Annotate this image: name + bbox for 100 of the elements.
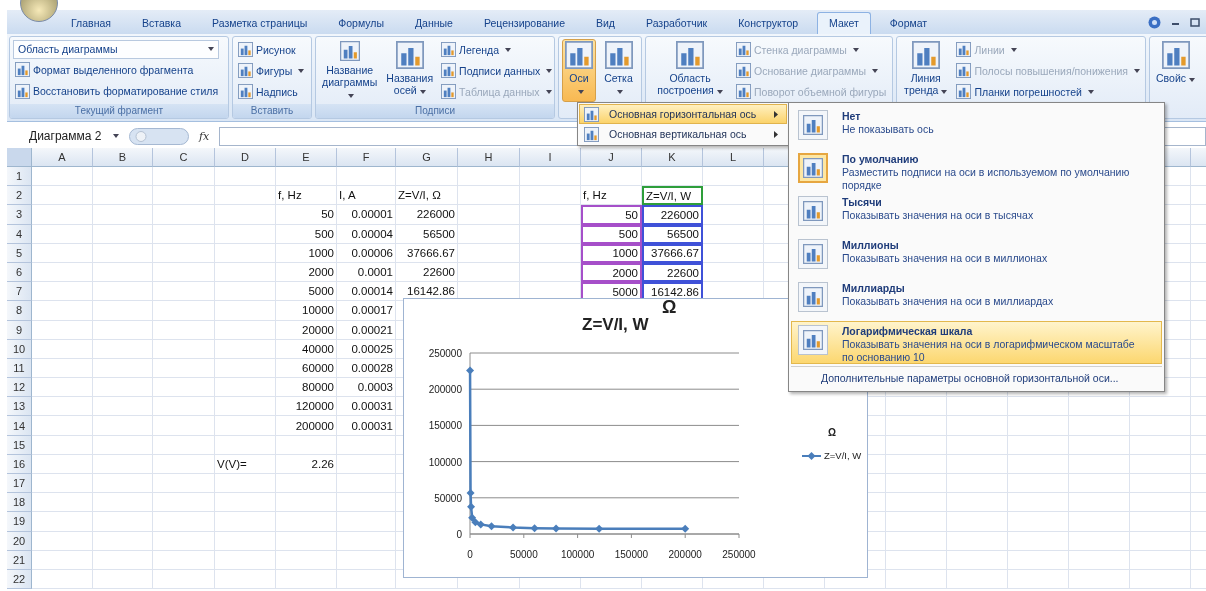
sheet-cell — [1008, 454, 1069, 474]
sheet-cell — [458, 167, 520, 187]
ribbon-tab[interactable]: Разметка страницы — [200, 12, 320, 34]
row-header[interactable]: 14 — [7, 416, 32, 436]
ribbon-button[interactable]: Рисунок — [236, 39, 307, 60]
sheet-cell — [215, 224, 276, 244]
submenu-item[interactable]: Миллиарды Показывать значения на оси в миллиардах — [791, 278, 1162, 321]
row-header[interactable]: 1 — [7, 167, 32, 187]
sheet-cell — [93, 493, 153, 513]
ribbon-tab[interactable]: Вставка — [129, 12, 193, 34]
data-point — [468, 513, 477, 522]
submenu-item[interactable]: Миллионы Показывать значения на оси в миллионах — [791, 235, 1162, 278]
sheet-cell — [215, 378, 276, 398]
row-header[interactable]: 7 — [7, 282, 32, 302]
ribbon-tab[interactable]: Главная — [59, 12, 123, 34]
sheet-cell: 1000 — [276, 243, 337, 263]
submenu-item[interactable]: Тысячи Показывать значения на оси в тысячах — [791, 192, 1162, 235]
ribbon-tab[interactable]: Вид — [584, 12, 627, 34]
column-header[interactable]: A — [32, 148, 93, 167]
ribbon-button[interactable]: Сетка — [599, 39, 638, 102]
sheet-cell — [215, 358, 276, 379]
restore-icon[interactable] — [1190, 15, 1200, 29]
ribbon-button[interactable]: Линия тренда — [900, 39, 952, 102]
column-header[interactable]: F — [337, 148, 396, 167]
ribbon-tab[interactable]: Разработчик — [634, 12, 720, 34]
sheet-cell — [947, 512, 1008, 532]
column-header[interactable]: E — [276, 148, 337, 167]
column-header[interactable]: I — [520, 148, 581, 167]
bar-chart-icon — [441, 84, 457, 99]
row-header[interactable]: 3 — [7, 205, 32, 225]
column-header[interactable]: B — [93, 148, 153, 167]
sheet-cell — [215, 569, 276, 590]
sheet-cell: 500 — [276, 224, 337, 244]
row-header[interactable]: 18 — [7, 493, 32, 513]
ribbon-tab[interactable]: Рецензирование — [471, 12, 577, 34]
menu-item[interactable]: Основная вертикальная ось — [579, 124, 787, 144]
row-header[interactable]: 13 — [7, 397, 32, 417]
ribbon-tab[interactable]: Данные — [402, 12, 465, 34]
column-header[interactable]: L — [703, 148, 764, 167]
ribbon-button[interactable]: Названия осей — [383, 39, 437, 102]
column-header[interactable]: C — [153, 148, 215, 167]
ribbon-button[interactable]: Фигуры — [236, 60, 307, 81]
sheet-cell: 60000 — [276, 358, 337, 379]
ribbon-button[interactable]: Область построения — [649, 39, 731, 102]
ribbon-tab[interactable]: Формулы — [326, 12, 396, 34]
ribbon-button[interactable]: Легенда — [439, 39, 554, 60]
axis-tick-label: 100000 — [560, 549, 595, 560]
bar-chart-icon — [441, 42, 457, 57]
caret-icon — [546, 68, 553, 73]
ribbon-button[interactable]: Название диаграммы — [319, 39, 381, 102]
function-button[interactable]: fx — [195, 129, 214, 143]
sheet-cell — [153, 358, 215, 379]
help-icon[interactable] — [1148, 15, 1161, 29]
sheet-cell — [32, 320, 93, 340]
menu-item[interactable]: Основная горизонтальная ось — [579, 104, 787, 124]
option-title: По умолчанию — [842, 153, 920, 166]
column-header[interactable]: D — [215, 148, 276, 167]
ribbon-tab[interactable]: Конструктор — [726, 12, 811, 34]
sheet-cell — [93, 167, 153, 187]
submenu-item[interactable]: Логарифмическая шкала Показывать значения на оси в логарифмическом масштабе по основанию 10 — [791, 321, 1162, 364]
sheet-cell — [93, 569, 153, 590]
sheet-cell — [93, 531, 153, 551]
bar-chart-icon — [584, 106, 599, 122]
sheet-cell — [93, 301, 153, 321]
row-header[interactable]: 19 — [7, 512, 32, 532]
sheet-cell: 20000 — [276, 320, 337, 340]
ribbon-tab[interactable]: Формат — [877, 12, 940, 34]
sheet-cell — [153, 378, 215, 398]
column-header[interactable]: G — [396, 148, 458, 167]
sheet-cell — [947, 550, 1008, 570]
ribbon-button[interactable]: Формат выделенного фрагмента — [13, 60, 221, 80]
submenu-item[interactable]: По умолчанию Разместить подписи на оси в используемом по умолчанию порядке — [791, 149, 1162, 192]
sheet-cell — [153, 282, 215, 302]
sheet-cell — [276, 435, 337, 455]
ribbon-button[interactable]: Планки погрешностей — [954, 81, 1142, 102]
row-header[interactable]: 12 — [7, 378, 32, 398]
dropdown-field[interactable]: Область диаграммы — [13, 39, 219, 59]
ribbon-button[interactable]: Свойс — [1153, 39, 1198, 102]
caret-icon — [505, 47, 512, 52]
column-header[interactable]: J — [581, 148, 642, 167]
column-header[interactable]: K — [642, 148, 703, 167]
ribbon-button[interactable]: Надпись — [236, 81, 307, 102]
sheet-cell — [32, 205, 93, 225]
row-header[interactable]: 8 — [7, 301, 32, 321]
menu-item[interactable]: Дополнительные параметры основной горизонтальной оси... — [791, 366, 1162, 388]
sheet-cell — [32, 186, 93, 206]
ribbon-tab[interactable]: Макет — [817, 12, 871, 34]
axis-tick-label: 50000 — [509, 549, 538, 560]
ribbon-button[interactable]: Оси — [562, 39, 596, 102]
data-point — [595, 524, 604, 533]
chart-title: Z=V/I, W — [582, 315, 649, 335]
row-header[interactable]: 17 — [7, 474, 32, 494]
sheet-cell — [93, 550, 153, 570]
name-box[interactable]: Диаграмма 2 — [17, 126, 123, 146]
sheet-cell: 56500 — [642, 224, 703, 244]
ribbon-button[interactable]: Подписи данных — [439, 60, 554, 81]
column-header[interactable]: H — [458, 148, 520, 167]
ribbon-button[interactable]: Восстановить форматирование стиля — [13, 81, 221, 102]
submenu-item[interactable]: Нет Не показывать ось — [791, 106, 1162, 149]
row-header[interactable]: 2 — [7, 186, 32, 206]
